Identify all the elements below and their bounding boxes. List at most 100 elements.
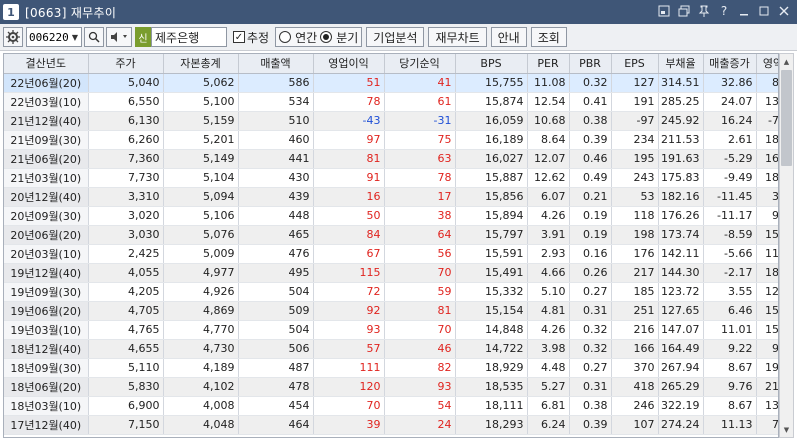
radio-annual[interactable] — [279, 31, 292, 43]
value-cell: 4.26 — [527, 206, 570, 226]
column-header[interactable]: PBR — [569, 54, 612, 74]
scroll-up-icon[interactable]: ▲ — [780, 54, 793, 69]
radio-quarter-label[interactable]: 분기 — [336, 29, 358, 46]
column-header[interactable]: PER — [527, 54, 570, 74]
settings-button[interactable] — [3, 27, 23, 47]
vertical-scrollbar[interactable]: ▲ ▼ — [779, 53, 794, 438]
scroll-thumb[interactable] — [781, 70, 792, 166]
value-cell: 6,130 — [88, 111, 164, 131]
column-header[interactable]: 주가 — [88, 54, 164, 74]
minimize-icon[interactable] — [737, 3, 751, 19]
title-bar: 1 [0663] 재무추이 ? — [0, 0, 797, 24]
period-cell: 19년12월(40) — [4, 263, 89, 283]
query-button[interactable]: 조회 — [530, 27, 567, 47]
estimate-checkbox[interactable]: ✓ 추정 — [233, 29, 269, 46]
value-cell: -97 — [611, 111, 659, 131]
table-row[interactable]: 17년12월(40) 7,150 4,048 464 39 24 18,293 6.24 0.3… — [4, 415, 778, 435]
minimize-to-tray-icon[interactable] — [657, 3, 671, 19]
table-row[interactable]: 18년06월(20) 5,830 4,102 478 120 93 18,535 5.27 0.… — [4, 377, 778, 397]
value-cell: 182.16 — [658, 187, 704, 207]
search-button[interactable] — [84, 27, 104, 47]
table-row[interactable]: 20년09월(30) 3,020 5,106 448 50 38 15,894 4.26 0.1… — [4, 206, 778, 226]
table-row[interactable]: 21년12월(40) 6,130 5,159 510 -43 -31 16,059 10.68… — [4, 111, 778, 131]
column-header[interactable]: 결산년도 — [4, 54, 89, 74]
value-cell: 32.86 — [703, 73, 757, 93]
value-cell: 16.24 — [703, 111, 757, 131]
column-header[interactable]: 영익률 — [756, 54, 778, 74]
help-icon[interactable]: ? — [717, 3, 731, 19]
value-cell: 18.78 — [756, 168, 778, 188]
maximize-icon[interactable] — [757, 3, 771, 19]
period-radio-group: 연간 분기 — [275, 27, 363, 47]
link-window-icon[interactable] — [677, 3, 691, 19]
column-header[interactable]: EPS — [611, 54, 659, 74]
stock-name-field[interactable]: 제주은행 — [151, 27, 227, 47]
radio-quarter[interactable] — [320, 31, 333, 43]
column-header[interactable]: 영업이익 — [313, 54, 385, 74]
column-header[interactable]: BPS — [455, 54, 528, 74]
table-row[interactable]: 22년03월(10) 6,550 5,100 534 78 61 15,874 12.54 0.… — [4, 92, 778, 112]
value-cell: 92 — [313, 301, 385, 321]
table-row[interactable]: 19년12월(40) 4,055 4,977 495 115 70 15,491 4.66 0.… — [4, 263, 778, 283]
table-row[interactable]: 21년03월(10) 7,730 5,104 430 91 78 15,887 12.62 0.… — [4, 168, 778, 188]
table-row[interactable]: 21년09월(30) 6,260 5,201 460 97 75 16,189 8.64 0.3… — [4, 130, 778, 150]
period-cell: 22년03월(10) — [4, 92, 89, 112]
chevron-down-icon[interactable]: ▼ — [69, 28, 81, 46]
column-header[interactable]: 당기순익 — [384, 54, 456, 74]
value-cell: 5,094 — [163, 187, 239, 207]
table-row[interactable]: 19년09월(30) 4,205 4,926 504 72 59 15,332 5.10 0.2… — [4, 282, 778, 302]
value-cell: 4.48 — [527, 358, 570, 378]
value-cell: 176 — [611, 244, 659, 264]
value-cell: 5,062 — [163, 73, 239, 93]
value-cell: 534 — [238, 92, 314, 112]
value-cell: 59 — [384, 282, 456, 302]
radio-annual-label[interactable]: 연간 — [295, 29, 317, 46]
table-row[interactable]: 21년06월(20) 7,360 5,149 441 81 63 16,027 12.07 0.… — [4, 149, 778, 169]
value-cell: 11.99 — [756, 244, 778, 264]
value-cell: 191 — [611, 92, 659, 112]
value-cell: 454 — [238, 396, 314, 416]
value-cell: 81 — [384, 301, 456, 321]
value-cell: 267.94 — [658, 358, 704, 378]
scroll-down-icon[interactable]: ▼ — [780, 422, 793, 437]
value-cell: 7.12 — [756, 415, 778, 435]
value-cell: 5,149 — [163, 149, 239, 169]
column-header[interactable]: 부채율 — [658, 54, 704, 74]
value-cell: 15,332 — [455, 282, 528, 302]
value-cell: 2.93 — [527, 244, 570, 264]
value-cell: 4,770 — [163, 320, 239, 340]
table-row[interactable]: 18년03월(10) 6,900 4,008 454 70 54 18,111 6.81 0.3… — [4, 396, 778, 416]
company-analysis-button[interactable]: 기업분석 — [366, 27, 425, 47]
close-icon[interactable] — [777, 3, 791, 19]
value-cell: 175.83 — [658, 168, 704, 188]
value-cell: 16,189 — [455, 130, 528, 150]
stock-code-input[interactable] — [27, 30, 69, 44]
table-row[interactable]: 22년06월(20) 5,040 5,062 586 51 41 15,755 11.08 0.… — [4, 73, 778, 93]
financial-chart-button[interactable]: 재무차트 — [428, 27, 487, 47]
value-cell: 13.30 — [756, 396, 778, 416]
table-row[interactable]: 19년03월(10) 4,765 4,770 504 93 70 14,848 4.26 0.3… — [4, 320, 778, 340]
stock-code-field[interactable]: ▼ — [26, 27, 82, 47]
table-row[interactable]: 20년12월(40) 3,310 5,094 439 16 17 15,856 6.07 0.2… — [4, 187, 778, 207]
value-cell: 53 — [611, 187, 659, 207]
column-header[interactable]: 자본총계 — [163, 54, 239, 74]
value-cell: 11.13 — [703, 415, 757, 435]
table-row[interactable]: 20년03월(10) 2,425 5,009 476 67 56 15,591 2.93 0.1… — [4, 244, 778, 264]
checkbox-checked-icon[interactable]: ✓ — [233, 31, 245, 43]
pin-icon[interactable] — [697, 3, 711, 19]
column-header[interactable]: 매출액 — [238, 54, 314, 74]
value-cell: 15.37 — [756, 225, 778, 245]
table-row[interactable]: 19년06월(20) 4,705 4,869 509 92 81 15,154 4.81 0.3… — [4, 301, 778, 321]
table-row[interactable]: 20년06월(20) 3,030 5,076 465 84 64 15,797 3.91 0.1… — [4, 225, 778, 245]
value-cell: 5,201 — [163, 130, 239, 150]
value-cell: 11.01 — [703, 320, 757, 340]
guide-button[interactable]: 안내 — [490, 27, 527, 47]
value-cell: 18.58 — [756, 263, 778, 283]
sound-toggle[interactable] — [106, 27, 132, 47]
table-row[interactable]: 18년09월(30) 5,110 4,189 487 111 82 18,929 4.48 0.… — [4, 358, 778, 378]
column-header[interactable]: 매출증가 — [703, 54, 757, 74]
value-cell: 6.81 — [527, 396, 570, 416]
value-cell: 115 — [313, 263, 385, 283]
value-cell: 15,591 — [455, 244, 528, 264]
table-row[interactable]: 18년12월(40) 4,655 4,730 506 57 46 14,722 3.98 0.3… — [4, 339, 778, 359]
